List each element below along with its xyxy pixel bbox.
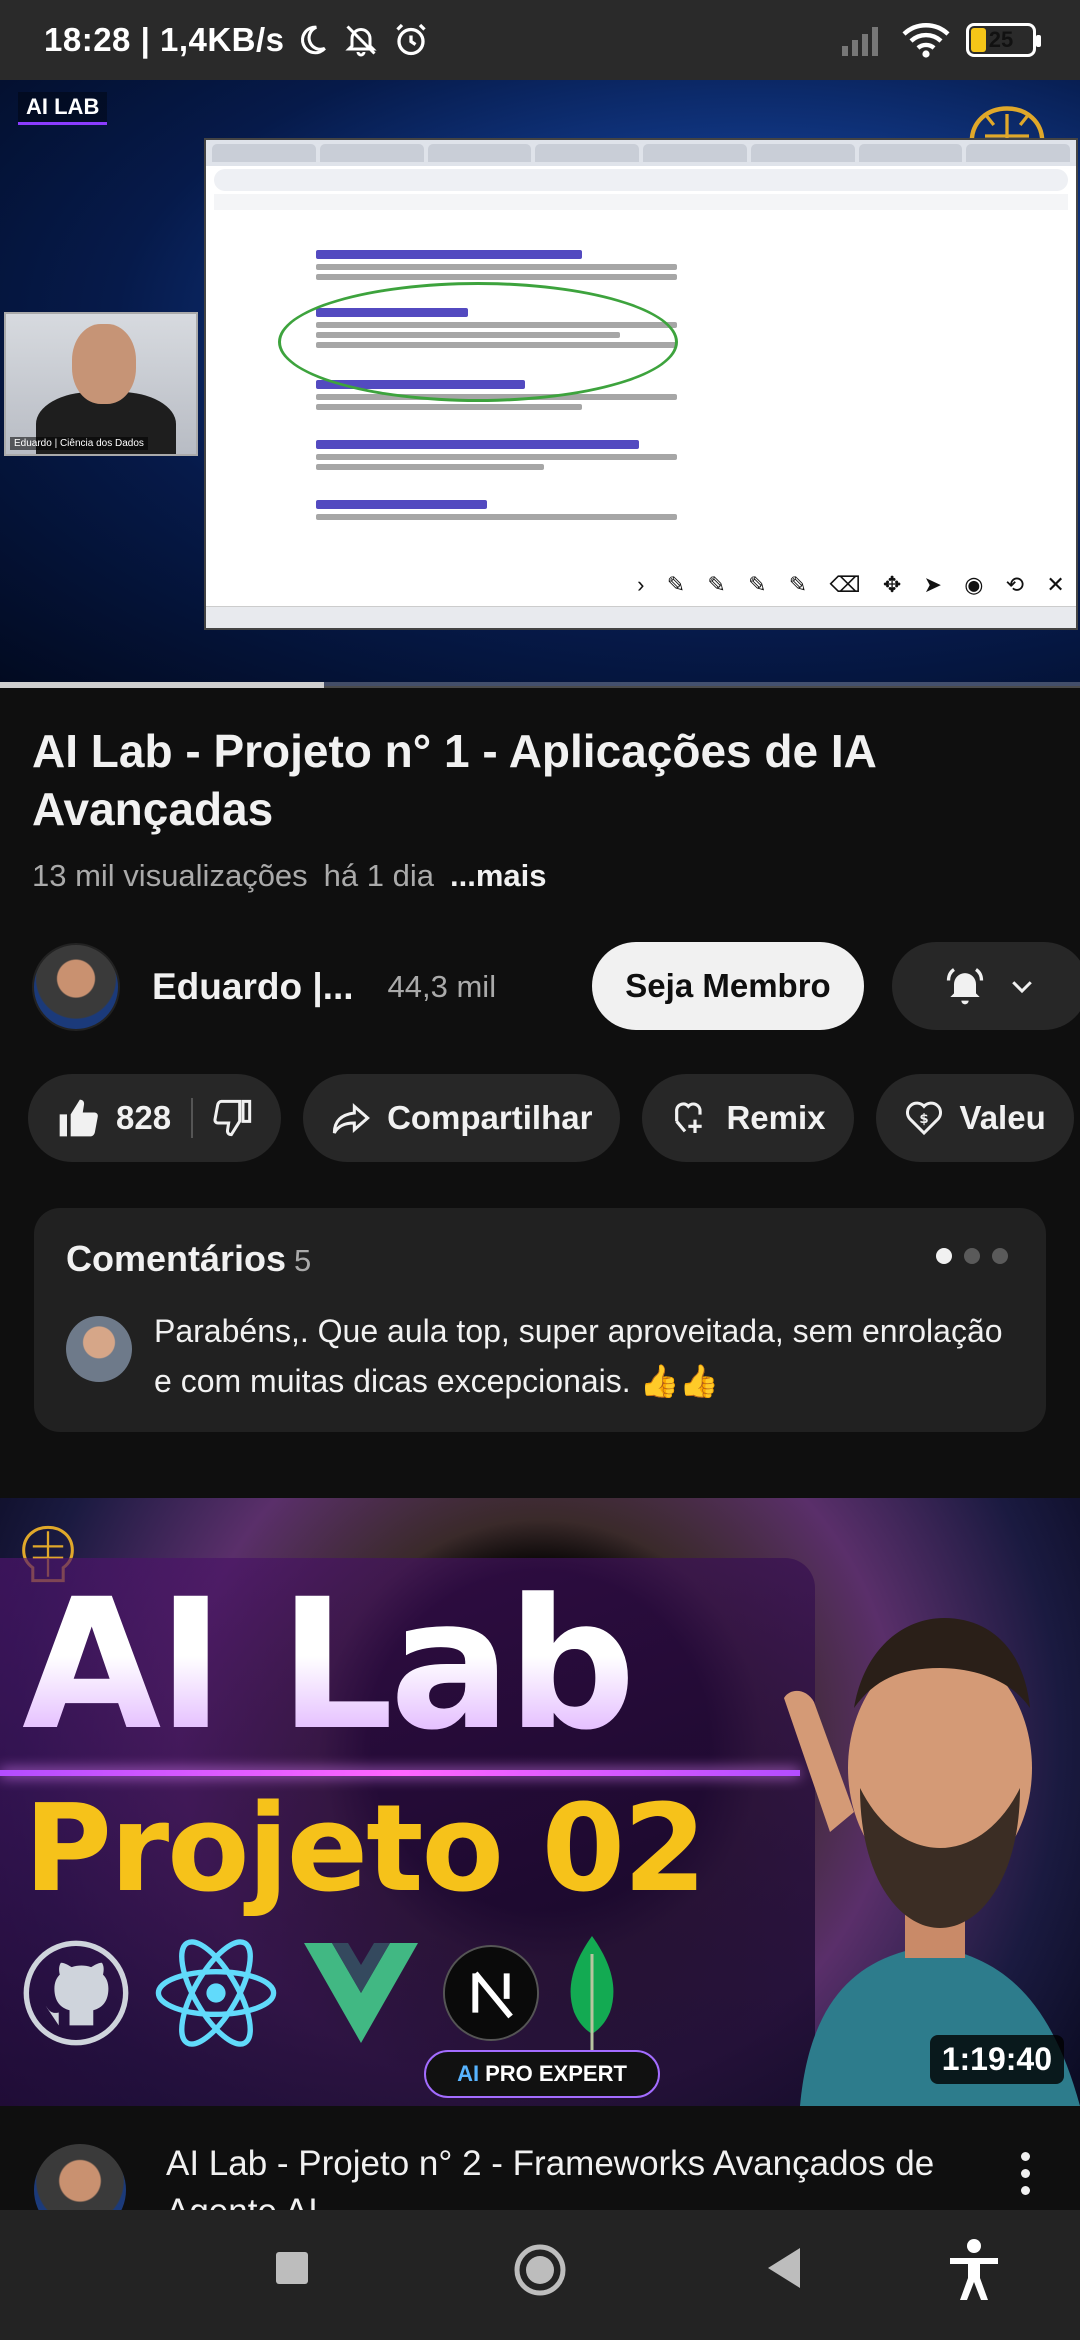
thanks-heart-icon: $ [905,1101,942,1136]
comments-count: 5 [294,1243,312,1278]
annotation-toolbar: › ✎ ✎ ✎ ✎ ⌫ ✥ ➤ ◉ ⟲ ✕ [626,568,1076,602]
webcam-overlay: Eduardo | Ciência dos Dados [4,312,198,456]
commenter-avatar [66,1316,132,1382]
video-meta[interactable]: 13 mil visualizações há 1 dia ...mais [32,858,547,894]
notification-bell-button[interactable] [892,942,1080,1030]
subscriber-count: 44,3 mil [387,969,497,1004]
top-comment-text: Parabéns,. Que aula top, super aproveita… [154,1313,1003,1399]
next-video-channel-avatar[interactable] [34,2144,126,2210]
bell-icon [946,968,984,1005]
video-player[interactable]: AI LAB › ✎ ✎ ✎ ✎ ⌫ ✥ ➤ ◉ ⟲ ✕ Eduardo | Ciência dos… [0,80,1080,686]
pro-expert-badge: AI PRO EXPERT [424,2050,660,2098]
mongodb-icon [570,1936,614,2050]
channel-name[interactable]: Eduardo |... [152,966,354,1008]
comments-title: Comentários [66,1238,287,1279]
like-count[interactable]: 828 [116,1099,171,1137]
svg-text:$: $ [919,1112,928,1127]
presenter-photo [784,1618,1080,2106]
thumb-title: AI Lab [22,1561,636,1770]
thanks-label: Valeu [959,1099,1046,1136]
wifi-icon [902,23,950,58]
vue-icon [304,1943,418,2043]
moon-icon [300,25,326,55]
alarm-icon [395,23,426,56]
comments-card[interactable]: Comentários 5 Parabéns,. Que aula top, su… [34,1208,1046,1432]
recents-icon[interactable] [274,2250,310,2286]
next-video-info[interactable]: AI Lab - Projeto n° 2 - Frameworks Avanç… [0,2106,1080,2210]
nextjs-icon [442,1944,540,2042]
video-progress-bar[interactable] [0,682,1080,688]
join-member-button[interactable]: Seja Membro [592,942,864,1030]
remix-label: Remix [726,1099,826,1136]
next-video-title[interactable]: AI Lab - Projeto n° 2 - Frameworks Avanç… [166,2140,986,2210]
next-video-thumbnail[interactable]: AI Lab Projeto 02 AI PRO EXPERT 1:19:40 [0,1498,1080,2106]
status-bar: 18:28 | 1,4KB/s 25 [0,0,1080,80]
chevron-down-icon [1012,981,1032,994]
upload-age: há 1 dia [323,858,434,893]
battery-icon: 25 [966,23,1041,57]
more-vert-icon[interactable] [1021,2152,1030,2195]
more-link[interactable]: ...mais [450,858,547,894]
view-count: 13 mil visualizações [32,858,308,893]
channel-avatar[interactable] [32,943,120,1031]
github-icon [23,1940,129,2046]
channel-row: Eduardo |... 44,3 mil Seja Membro [32,942,1080,1032]
battery-level: 25 [988,27,1014,52]
accessibility-icon[interactable] [946,2238,1002,2302]
home-icon[interactable] [512,2242,568,2298]
thanks-button[interactable]: $ Valeu [875,1074,1074,1162]
like-dislike-pill: 828 [28,1074,282,1162]
signal-icon [842,27,878,56]
remix-icon [675,1102,703,1133]
action-row: 828 Compartilhar Remix $ Valeu [28,1074,1074,1164]
share-label: Compartilhar [387,1099,593,1136]
framework-logos [22,1934,622,2052]
muted-bell-icon [344,25,377,57]
remix-button[interactable]: Remix [642,1074,854,1162]
thumbs-up-icon[interactable] [56,1096,100,1140]
thumb-subtitle: Projeto 02 [24,1780,707,1919]
system-nav-bar [0,2210,1080,2340]
share-button[interactable]: Compartilhar [303,1074,621,1162]
thumbs-down-icon[interactable] [213,1098,253,1138]
screen-share: › ✎ ✎ ✎ ✎ ⌫ ✥ ➤ ◉ ⟲ ✕ [204,138,1078,630]
video-title[interactable]: AI Lab - Projeto n° 1 - Aplicações de IA… [32,722,1042,838]
overlay-brand: AI LAB [18,92,108,125]
badge-ai: AI [457,2061,480,2086]
status-time: 18:28 | 1,4KB/s [44,21,285,58]
comments-header: Comentários 5 [66,1238,311,1280]
share-icon [332,1103,371,1134]
back-icon[interactable] [764,2246,804,2290]
webcam-caption: Eduardo | Ciência dos Dados [10,437,148,450]
badge-text: PRO EXPERT [485,2061,627,2086]
duration-badge: 1:19:40 [929,2035,1064,2084]
react-icon [155,1939,277,2047]
comments-pager-dots [936,1248,1008,1264]
